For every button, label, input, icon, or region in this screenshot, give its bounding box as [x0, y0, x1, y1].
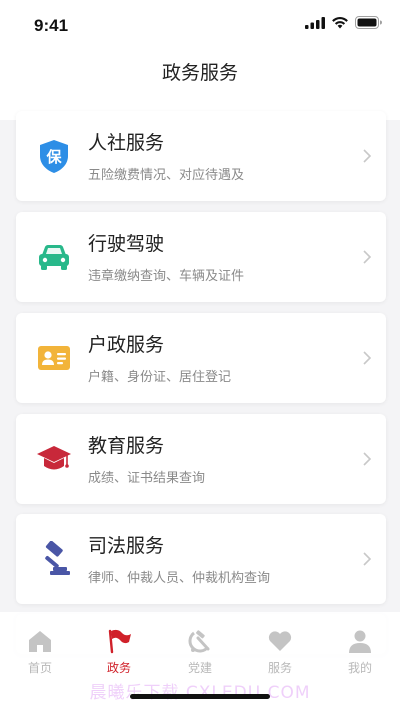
service-card-driving[interactable]: 行驶驾驶 违章缴纳查询、车辆及证件	[16, 212, 386, 302]
chevron-right-icon	[363, 250, 372, 264]
service-subtitle: 户籍、身份证、居住登记	[88, 370, 232, 385]
status-time: 9:41	[34, 16, 69, 35]
tab-government[interactable]: 政务	[89, 628, 149, 676]
id-card-icon	[38, 346, 70, 370]
home-indicator	[130, 694, 270, 699]
service-subtitle: 五险缴费情况、对应待遇及	[88, 168, 245, 183]
shield-bao-icon: 保	[40, 140, 68, 173]
tab-profile[interactable]: 我的	[330, 628, 390, 676]
chevron-right-icon	[363, 351, 372, 365]
heart-icon	[268, 631, 292, 651]
gavel-icon	[45, 541, 70, 575]
service-title: 户政服务	[88, 334, 165, 356]
chevron-right-icon	[363, 452, 372, 466]
status-icons	[305, 16, 382, 29]
tab-services[interactable]: 服务	[250, 628, 310, 676]
service-card-social-security[interactable]: 保 人社服务 五险缴费情况、对应待遇及	[16, 111, 386, 201]
service-card-judicial[interactable]: 司法服务 律师、仲裁人员、仲裁机构查询	[16, 514, 386, 604]
chevron-right-icon	[363, 149, 372, 163]
service-card-household[interactable]: 户政服务 户籍、身份证、居住登记	[16, 313, 386, 403]
service-title: 司法服务	[88, 535, 165, 557]
chevron-right-icon	[363, 552, 372, 566]
service-card-education[interactable]: 教育服务 成绩、证书结果查询	[16, 414, 386, 504]
page-title: 政务服务	[161, 62, 238, 84]
car-icon	[39, 245, 69, 270]
battery-icon	[355, 16, 382, 29]
watermark-text: 晨曦乐下载 CXLEDU.COM	[89, 683, 311, 703]
cellular-signal-icon	[305, 16, 325, 29]
graduation-cap-icon	[37, 446, 71, 470]
hammer-sickle-icon	[188, 630, 210, 653]
service-title: 行驶驾驶	[88, 233, 165, 255]
tab-label: 服务	[267, 661, 292, 675]
tab-label: 政务	[106, 661, 131, 675]
status-bar: 9:41	[0, 0, 400, 50]
service-subtitle: 违章缴纳查询、车辆及证件	[88, 269, 245, 284]
tab-label: 党建	[187, 661, 212, 675]
service-subtitle: 成绩、证书结果查询	[88, 471, 206, 486]
home-icon	[29, 631, 51, 652]
user-icon	[349, 630, 371, 653]
tab-label: 我的	[347, 661, 372, 675]
service-subtitle: 律师、仲裁人员、仲裁机构查询	[88, 571, 271, 586]
flag-icon	[108, 629, 131, 654]
service-title: 教育服务	[88, 435, 165, 457]
service-title: 人社服务	[88, 132, 165, 154]
svg-text:保: 保	[45, 148, 62, 166]
wifi-icon	[332, 17, 348, 29]
tab-party-building[interactable]: 党建	[170, 628, 230, 676]
tab-home[interactable]: 首页	[10, 628, 70, 676]
tab-label: 首页	[27, 661, 52, 675]
